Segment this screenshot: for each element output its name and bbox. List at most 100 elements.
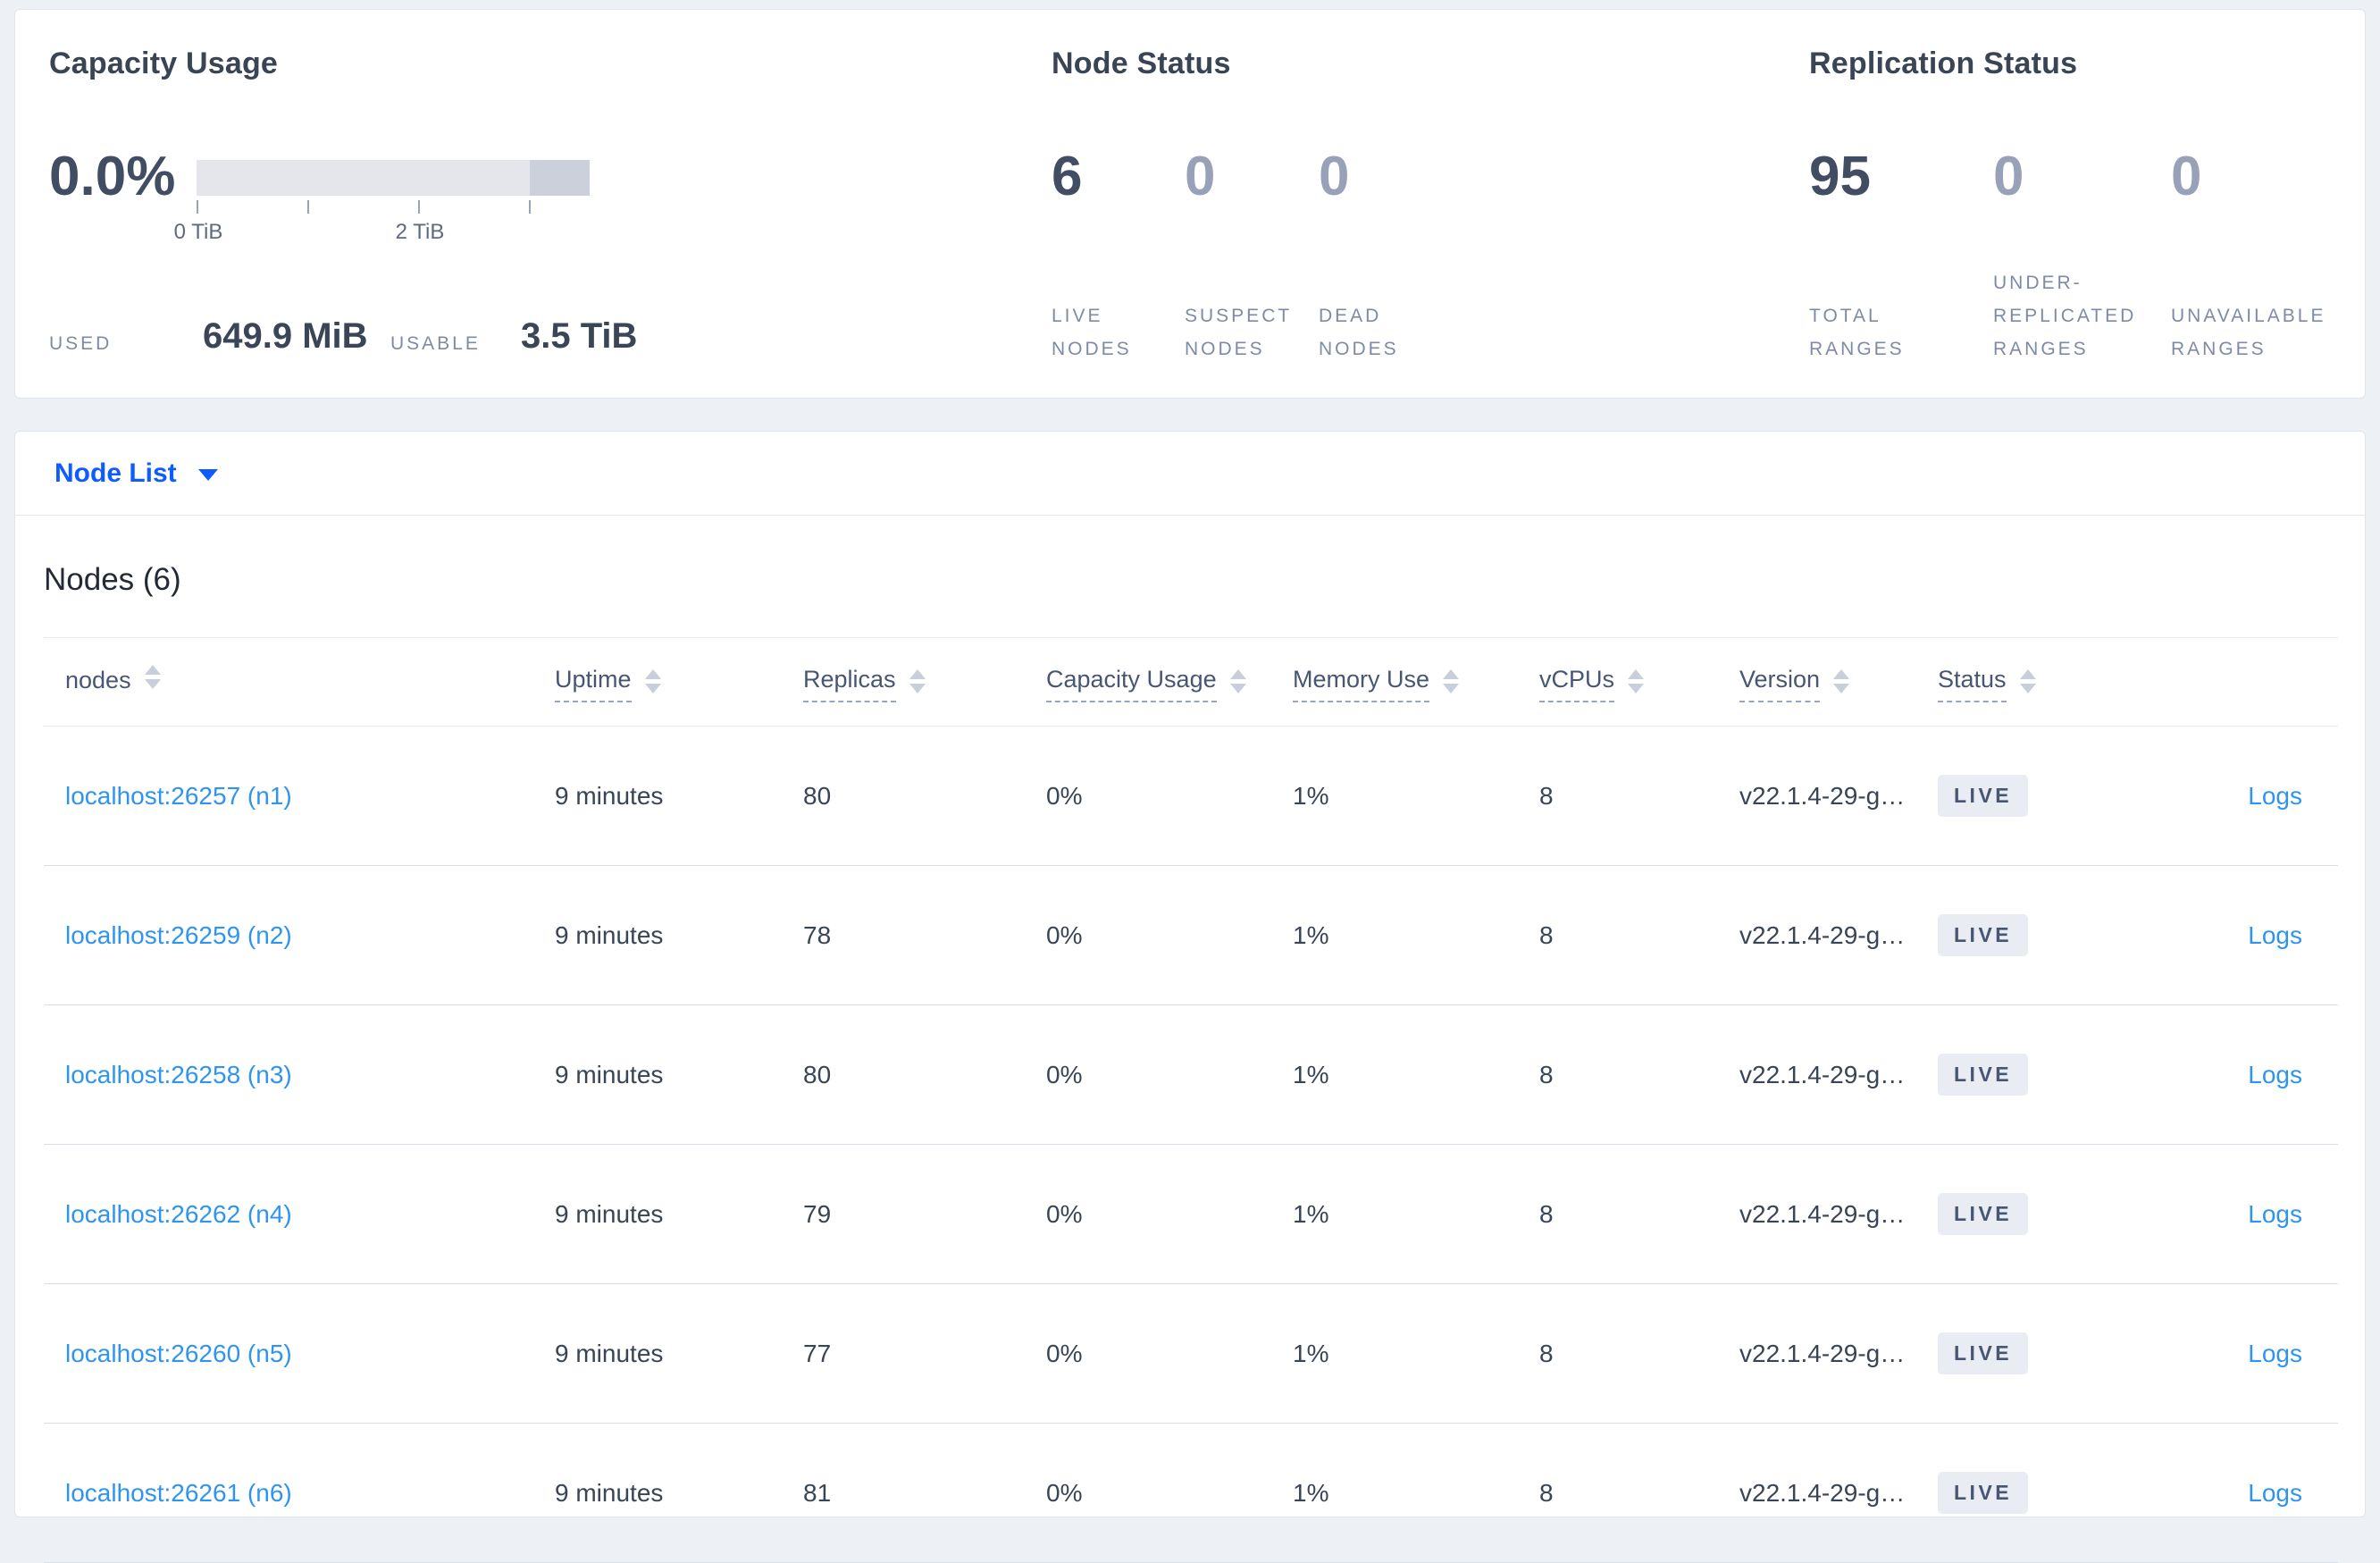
sort-icon: [2019, 668, 2036, 693]
table-row: localhost:26259 (n2) 9 minutes 78 0% 1% …: [44, 865, 2338, 1005]
replicas-cell: 78: [803, 865, 1046, 1005]
under-replicated-ranges-label: UNDER-REPLICATED RANGES: [1993, 273, 2137, 359]
total-ranges-stat: 95 TOTAL RANGES: [1809, 46, 1943, 366]
column-header-capacity-usage[interactable]: Capacity Usage: [1046, 637, 1293, 727]
total-ranges-label: TOTAL RANGES: [1809, 306, 1905, 359]
column-header-nodes[interactable]: nodes: [44, 637, 555, 727]
node-status-section: Node Status 6 LIVE NODES 0 SUSPECT NODES…: [1052, 46, 1552, 366]
live-nodes-value: 6: [1052, 146, 1083, 207]
capacity-bar-dark-segment: [530, 160, 590, 196]
dead-nodes-stat: 0 DEAD NODES: [1319, 46, 1435, 366]
node-list-dropdown-label: Node List: [54, 458, 177, 488]
used-value: 649.9 MiB: [203, 316, 368, 356]
column-header-replicas[interactable]: Replicas: [803, 637, 1046, 727]
table-row: localhost:26261 (n6) 9 minutes 81 0% 1% …: [44, 1423, 2338, 1563]
node-address-link[interactable]: localhost:26260 (n5): [65, 1340, 292, 1367]
total-ranges-value: 95: [1809, 146, 1871, 207]
logs-link[interactable]: Logs: [2248, 1061, 2302, 1088]
capacity-usage-cell: 0%: [1046, 865, 1293, 1005]
logs-link[interactable]: Logs: [2248, 1479, 2302, 1507]
version-cell: v22.1.4-29-g…: [1739, 726, 1938, 866]
column-header-memory-use[interactable]: Memory Use: [1293, 637, 1539, 727]
replicas-cell: 79: [803, 1144, 1046, 1284]
live-nodes-stat: 6 LIVE NODES: [1052, 46, 1168, 366]
status-cell: LIVE: [1938, 726, 2125, 866]
replicas-cell: 80: [803, 1004, 1046, 1145]
logs-link[interactable]: Logs: [2248, 782, 2302, 810]
memory-use-cell: 1%: [1293, 865, 1539, 1005]
uptime-cell: 9 minutes: [555, 865, 803, 1005]
vcpus-cell: 8: [1539, 726, 1739, 866]
vcpus-cell: 8: [1539, 865, 1739, 1005]
used-label: USED: [49, 333, 113, 354]
replicas-cell: 80: [803, 726, 1046, 866]
node-list-card: Node List Nodes (6) nodes Uptime Replica…: [14, 431, 2366, 1563]
node-address-link[interactable]: localhost:26259 (n2): [65, 921, 292, 949]
suspect-nodes-stat: 0 SUSPECT NODES: [1185, 46, 1308, 366]
uptime-cell: 9 minutes: [555, 1004, 803, 1145]
status-badge: LIVE: [1938, 775, 2029, 817]
table-header-row: nodes Uptime Replicas Capacity Usage Mem…: [44, 637, 2338, 727]
capacity-usage-cell: 0%: [1046, 726, 1293, 866]
cluster-summary-card: Capacity Usage 0.0% 0 TiB 2 TiB USED 649…: [14, 9, 2366, 399]
replicas-cell: 81: [803, 1423, 1046, 1563]
status-cell: LIVE: [1938, 1144, 2125, 1284]
capacity-usage-cell: 0%: [1046, 1144, 1293, 1284]
table-row: localhost:26260 (n5) 9 minutes 77 0% 1% …: [44, 1283, 2338, 1424]
node-address-link[interactable]: localhost:26257 (n1): [65, 782, 292, 810]
sort-icon: [1833, 668, 1850, 693]
table-row: localhost:26257 (n1) 9 minutes 80 0% 1% …: [44, 726, 2338, 866]
unavailable-ranges-stat: 0 UNAVAILABLE RANGES: [2171, 46, 2354, 366]
version-cell: v22.1.4-29-g…: [1739, 1283, 1938, 1424]
unavailable-ranges-value: 0: [2171, 146, 2202, 207]
capacity-usage-title: Capacity Usage: [49, 46, 279, 80]
status-badge: LIVE: [1938, 1472, 2029, 1514]
node-address-link[interactable]: localhost:26261 (n6): [65, 1479, 292, 1507]
tick-label-0: 0 TiB: [173, 220, 223, 244]
node-list-dropdown[interactable]: Node List: [54, 458, 218, 489]
sort-icon: [144, 665, 161, 689]
status-cell: LIVE: [1938, 865, 2125, 1005]
node-address-link[interactable]: localhost:26262 (n4): [65, 1200, 292, 1228]
column-header-version[interactable]: Version: [1739, 637, 1938, 727]
capacity-usage-cell: 0%: [1046, 1283, 1293, 1424]
vcpus-cell: 8: [1539, 1283, 1739, 1424]
version-cell: v22.1.4-29-g…: [1739, 865, 1938, 1005]
logs-link[interactable]: Logs: [2248, 921, 2302, 949]
memory-use-cell: 1%: [1293, 1423, 1539, 1563]
uptime-cell: 9 minutes: [555, 1144, 803, 1284]
nodes-table-title: Nodes (6): [44, 562, 181, 597]
status-badge: LIVE: [1938, 1332, 2029, 1374]
column-header-logs: [2125, 637, 2338, 727]
unavailable-ranges-label: UNAVAILABLE RANGES: [2171, 306, 2326, 359]
capacity-bar-ticks: [197, 200, 590, 218]
status-cell: LIVE: [1938, 1004, 2125, 1145]
under-replicated-ranges-stat: 0 UNDER-REPLICATED RANGES: [1993, 46, 2152, 366]
vcpus-cell: 8: [1539, 1144, 1739, 1284]
replication-status-section: Replication Status 95 TOTAL RANGES 0 UND…: [1809, 46, 2363, 366]
status-badge: LIVE: [1938, 1193, 2029, 1235]
capacity-stats-row: USED 649.9 MiB USABLE 3.5 TiB: [49, 315, 692, 369]
vcpus-cell: 8: [1539, 1423, 1739, 1563]
capacity-percent: 0.0%: [49, 146, 176, 207]
node-address-link[interactable]: localhost:26258 (n3): [65, 1061, 292, 1088]
dead-nodes-value: 0: [1319, 146, 1350, 207]
logs-link[interactable]: Logs: [2248, 1200, 2302, 1228]
replicas-cell: 77: [803, 1283, 1046, 1424]
tick-label-2: 2 TiB: [395, 220, 445, 244]
logs-link[interactable]: Logs: [2248, 1340, 2302, 1367]
uptime-cell: 9 minutes: [555, 1283, 803, 1424]
suspect-nodes-label: SUSPECT NODES: [1185, 306, 1292, 359]
column-header-status[interactable]: Status: [1938, 637, 2125, 727]
live-nodes-label: LIVE NODES: [1052, 306, 1132, 359]
capacity-bar-chart: 0 TiB 2 TiB: [174, 160, 590, 247]
status-badge: LIVE: [1938, 914, 2029, 956]
column-header-vcpus[interactable]: vCPUs: [1539, 637, 1739, 727]
under-replicated-ranges-value: 0: [1993, 146, 2024, 207]
uptime-cell: 9 minutes: [555, 726, 803, 866]
sort-icon: [1628, 668, 1645, 693]
capacity-usage-cell: 0%: [1046, 1423, 1293, 1563]
column-header-uptime[interactable]: Uptime: [555, 637, 803, 727]
status-cell: LIVE: [1938, 1283, 2125, 1424]
chevron-down-icon: [197, 469, 218, 481]
